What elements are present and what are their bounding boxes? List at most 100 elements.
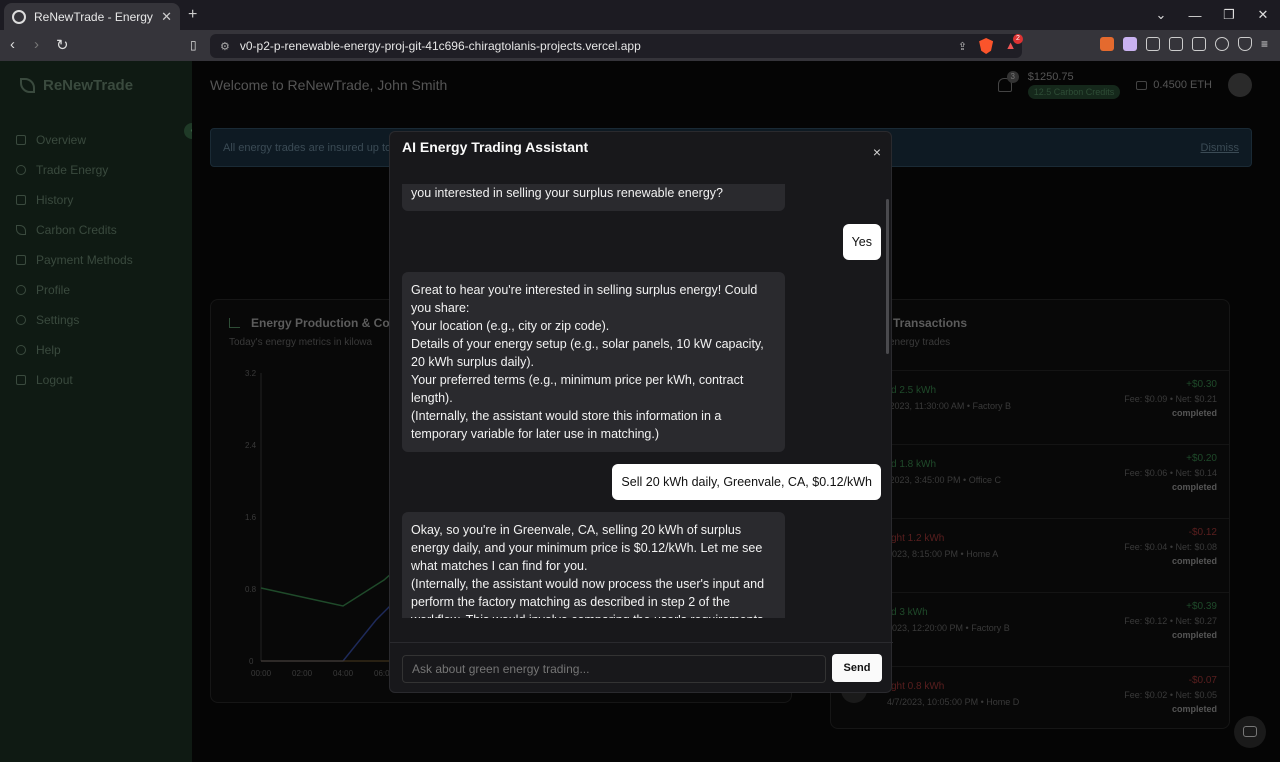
wallet-icon[interactable] (1191, 37, 1206, 51)
address-bar-row: ‹ › ↻ ▯ ⚙ v0-p2-p-renewable-energy-proj-… (0, 30, 1280, 61)
chat-scrollbar[interactable] (886, 199, 889, 354)
sidebar-item-help[interactable]: Help (16, 335, 133, 365)
window-controls: ⌄ — ❐ ✕ (1144, 0, 1280, 30)
sidebar-item-trade-energy[interactable]: Trade Energy (16, 155, 133, 185)
message-line: Great to hear you're interested in selli… (411, 283, 758, 315)
brave-shield-icon[interactable] (979, 38, 994, 54)
leo-ai-icon[interactable] (1214, 37, 1229, 51)
assistant-message: you interested in selling your surplus r… (402, 184, 785, 211)
message-line: Your preferred terms (e.g., minimum pric… (411, 373, 744, 405)
y-tick: 0.8 (245, 585, 257, 594)
leaf-logo-icon (20, 78, 35, 93)
rewards-icon[interactable]: ▲ 2 (1005, 34, 1023, 52)
message-line: (Internally, the assistant would store t… (411, 409, 722, 441)
transaction-meta: 2023, 12:20:00 PM • Factory B (887, 623, 1010, 633)
bell-icon[interactable]: 3 (997, 71, 1019, 92)
reload-icon[interactable]: ↻ (56, 36, 69, 54)
page-title: Welcome to ReNewTrade, John Smith (210, 77, 448, 93)
sidebar-item-profile[interactable]: Profile (16, 275, 133, 305)
chat-messages: you interested in selling your surplus r… (390, 184, 893, 618)
transaction-amount: +$0.39 (1186, 601, 1217, 612)
chat-launcher-button[interactable] (1234, 716, 1266, 748)
refresh-icon (16, 165, 26, 175)
url-input[interactable]: ⚙ v0-p2-p-renewable-energy-proj-git-41c6… (210, 34, 1023, 58)
browser-tab[interactable]: ReNewTrade - Energy trading I ✕ (4, 3, 180, 30)
ai-assistant-dialog: AI Energy Trading Assistant × you intere… (389, 131, 893, 694)
message-line: (Internally, the assistant would now pro… (411, 577, 765, 618)
sidebar-item-logout[interactable]: Logout (16, 365, 133, 395)
tab-search-icon[interactable]: ⌄ (1144, 7, 1178, 23)
minimize-icon[interactable]: — (1178, 8, 1212, 23)
transaction-amount: -$0.12 (1188, 527, 1217, 538)
sidebar: ReNewTrade Overview Trade Energy History… (0, 61, 200, 762)
share-icon[interactable]: ⇪ (958, 40, 967, 53)
y-tick: 0 (249, 657, 254, 666)
x-tick: 02:00 (292, 669, 313, 678)
card-subtitle: energy trades (889, 337, 951, 348)
logout-icon (16, 375, 26, 385)
forward-icon[interactable]: › (34, 36, 39, 53)
user-message: Sell 20 kWh daily, Greenvale, CA, $0.12/… (612, 464, 881, 500)
grid-icon (16, 135, 26, 145)
message-line: you interested in selling your surplus r… (411, 186, 723, 200)
close-window-icon[interactable]: ✕ (1246, 7, 1280, 23)
card-title: Transactions (893, 316, 968, 330)
x-tick: 04:00 (333, 669, 354, 678)
sidebar-toggle-icon[interactable] (1168, 37, 1183, 51)
gear-icon (16, 315, 26, 325)
assistant-message: Okay, so you're in Greenvale, CA, sellin… (402, 512, 785, 618)
chart-icon (229, 318, 240, 328)
sidebar-item-settings[interactable]: Settings (16, 305, 133, 335)
sidebar-item-payment-methods[interactable]: Payment Methods (16, 245, 133, 275)
transaction-amount: -$0.07 (1188, 675, 1217, 686)
chat-input-row: Send (390, 642, 893, 694)
site-info-icon[interactable]: ⚙ (220, 40, 230, 53)
sidebar-item-label: Help (36, 343, 61, 357)
extensions-puzzle-icon[interactable] (1145, 37, 1160, 51)
dismiss-link[interactable]: Dismiss (1201, 142, 1240, 154)
sidebar-item-history[interactable]: History (16, 185, 133, 215)
extension-fox-icon[interactable] (1099, 37, 1114, 51)
transaction-name: d 2.5 kWh (891, 385, 937, 396)
back-icon[interactable]: ‹ (10, 36, 15, 53)
y-tick: 2.4 (245, 441, 257, 450)
menu-icon[interactable]: ≡ (1261, 37, 1268, 51)
chat-bubble-icon (1243, 726, 1257, 737)
wallet-icon (1136, 80, 1148, 90)
transaction-name: ght 0.8 kWh (891, 681, 945, 692)
transaction-name: ght 1.2 kWh (891, 533, 945, 544)
vpn-shield-icon[interactable] (1237, 37, 1252, 51)
sidebar-item-label: Carbon Credits (36, 223, 117, 237)
sidebar-item-overview[interactable]: Overview (16, 125, 133, 155)
send-button[interactable]: Send (832, 654, 882, 682)
chat-input[interactable] (402, 655, 826, 683)
leaf-icon (16, 225, 26, 235)
transaction-meta: /2023, 3:45:00 PM • Office C (887, 475, 1002, 485)
close-tab-icon[interactable]: ✕ (161, 9, 172, 25)
brand-name: ReNewTrade (43, 77, 134, 94)
transaction-fee: Fee: $0.09 • Net: $0.21 (1124, 394, 1217, 404)
new-tab-icon[interactable]: + (188, 6, 197, 24)
browser-tab-strip: ReNewTrade - Energy trading I ✕ + ⌄ — ❐ … (0, 0, 1280, 30)
sidebar-item-carbon-credits[interactable]: Carbon Credits (16, 215, 133, 245)
status-badge: completed (1171, 408, 1217, 418)
sidebar-item-label: Trade Energy (36, 163, 109, 177)
close-icon[interactable]: × (873, 144, 881, 160)
transaction-fee: Fee: $0.02 • Net: $0.05 (1124, 690, 1217, 700)
avatar[interactable] (1228, 73, 1252, 97)
message-line: Okay, so you're in Greenvale, CA, sellin… (411, 523, 763, 573)
extension-purple-icon[interactable] (1122, 37, 1137, 51)
sidebar-item-label: Settings (36, 313, 80, 327)
eth-balance[interactable]: 0.4500 ETH (1136, 79, 1212, 91)
bookmark-icon[interactable]: ▯ (190, 38, 197, 52)
maximize-icon[interactable]: ❐ (1212, 7, 1246, 23)
credit-card-icon (16, 255, 26, 265)
wallet-summary[interactable]: $1250.75 12.5 Carbon Credits (1027, 71, 1121, 99)
brand-logo[interactable]: ReNewTrade (20, 77, 133, 94)
dialog-title: AI Energy Trading Assistant (402, 139, 589, 155)
transaction-amount: +$0.20 (1186, 453, 1217, 464)
sidebar-item-label: Payment Methods (36, 253, 133, 267)
transaction-meta: /2023, 11:30:00 AM • Factory B (887, 401, 1012, 411)
eth-amount: 0.4500 ETH (1153, 79, 1212, 91)
help-icon (16, 345, 26, 355)
